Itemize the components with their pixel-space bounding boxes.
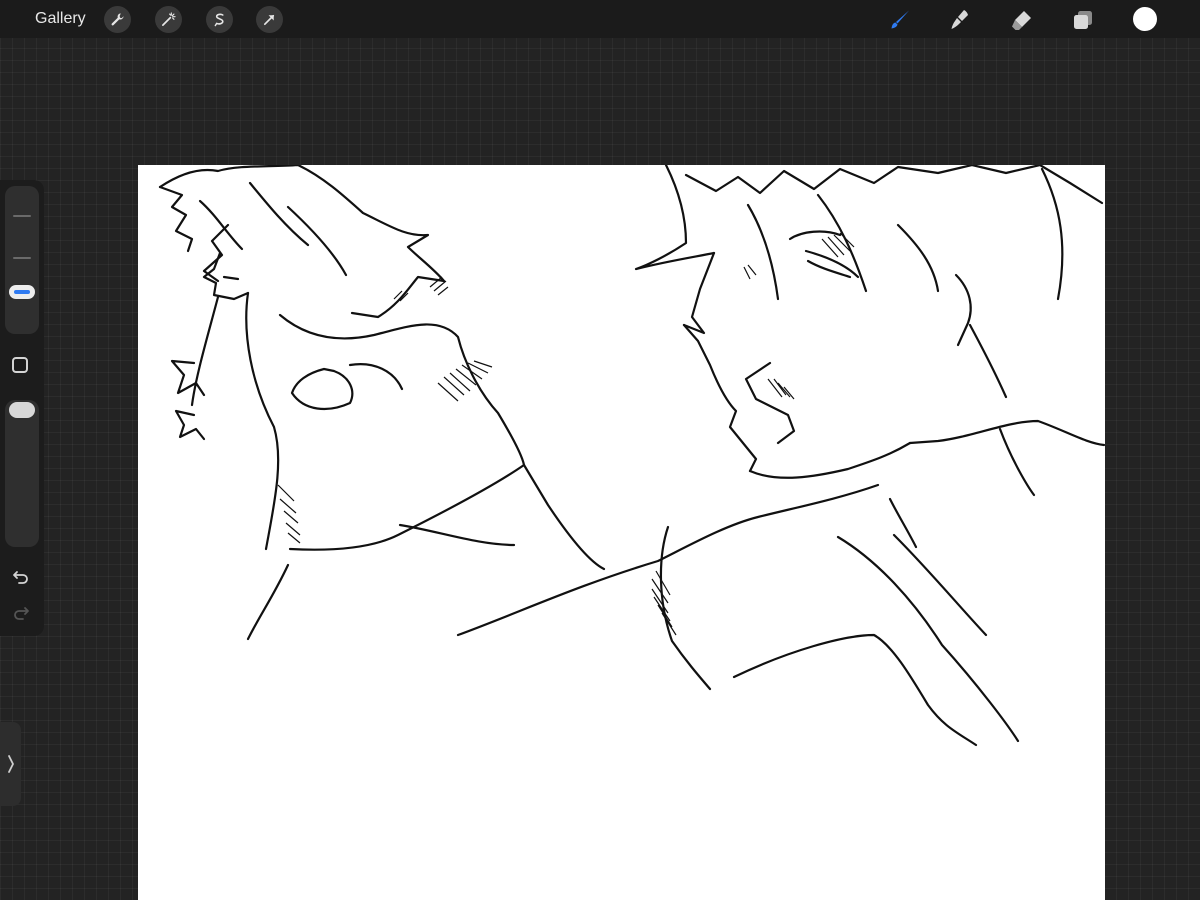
chevron-right-icon: [7, 755, 14, 773]
brush-tool-button[interactable]: [886, 6, 914, 34]
transform-arrow-icon: [263, 14, 275, 26]
wrench-icon: [111, 13, 124, 26]
slider-tick: [13, 257, 31, 259]
brush-size-handle[interactable]: [9, 285, 35, 299]
sidebar-expand-tab[interactable]: [0, 722, 21, 806]
eraser-tool-button[interactable]: [1008, 6, 1036, 34]
slider-tick: [13, 215, 31, 217]
undo-icon: [13, 571, 28, 584]
top-toolbar: Gallery: [0, 0, 1200, 38]
transform-button[interactable]: [256, 6, 283, 33]
eraser-icon: [1012, 11, 1031, 30]
redo-button[interactable]: [10, 602, 32, 624]
layers-button[interactable]: [1069, 6, 1097, 34]
opacity-handle[interactable]: [9, 402, 35, 418]
brush-size-slider[interactable]: [5, 186, 39, 334]
gallery-button[interactable]: Gallery: [35, 9, 86, 29]
opacity-slider[interactable]: [5, 400, 39, 547]
brush-icon: [891, 10, 909, 29]
magic-wand-icon: [162, 12, 176, 26]
actions-button[interactable]: [104, 6, 131, 33]
undo-button[interactable]: [10, 566, 32, 588]
line-art-sketch: [158, 165, 1105, 747]
modify-square-icon[interactable]: [12, 357, 28, 373]
color-picker-button[interactable]: [1133, 7, 1157, 31]
selection-icon: [214, 13, 224, 27]
procreate-app: Gallery: [0, 0, 1200, 900]
drawing-canvas[interactable]: [138, 165, 1105, 900]
left-sidebar: [0, 180, 44, 636]
layers-icon: [1074, 11, 1092, 29]
smudge-icon: [951, 10, 968, 29]
redo-icon: [14, 607, 29, 620]
adjustments-button[interactable]: [155, 6, 182, 33]
selection-button[interactable]: [206, 6, 233, 33]
smudge-tool-button[interactable]: [946, 6, 974, 34]
